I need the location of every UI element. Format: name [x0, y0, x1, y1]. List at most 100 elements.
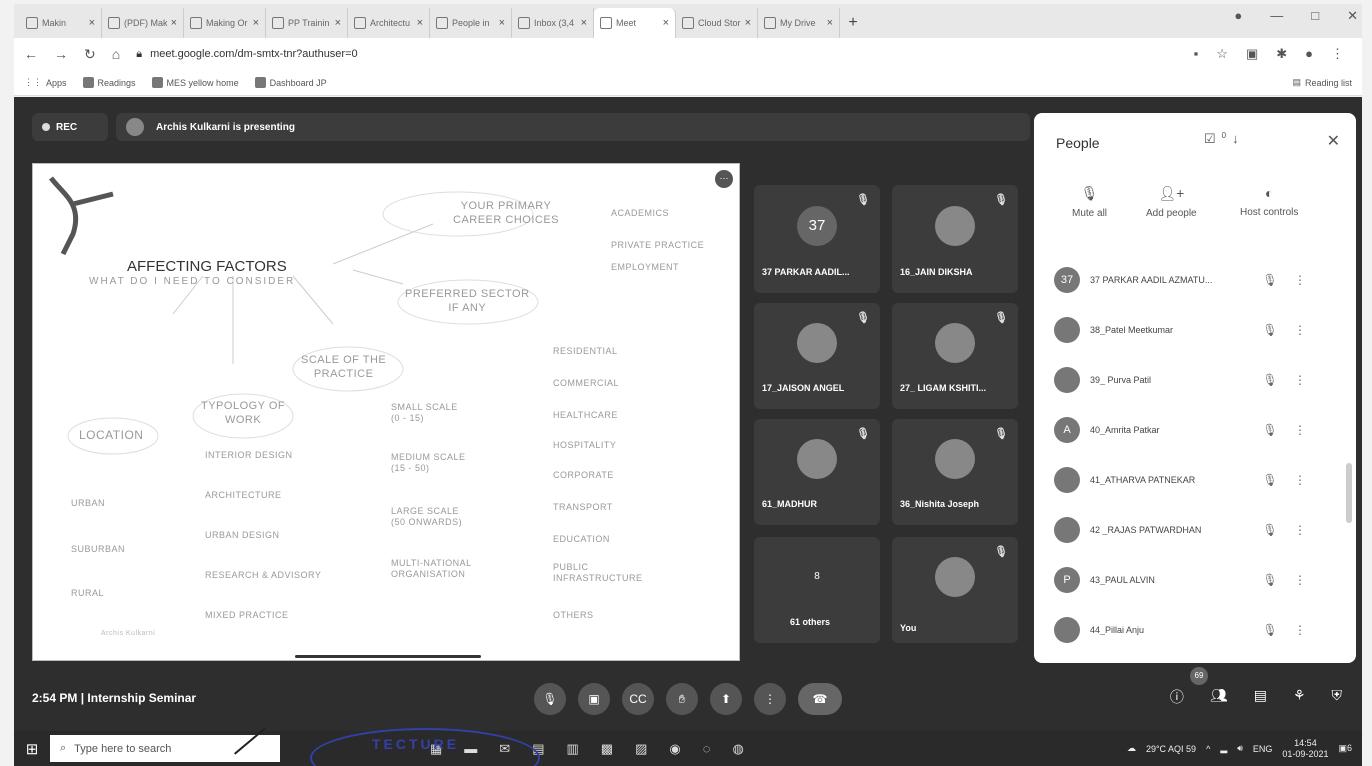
volume-icon[interactable]: 🔊︎	[1237, 743, 1243, 754]
people-list-item[interactable]: P 43_PAUL ALVIN 🎙︎ ⋮	[1034, 555, 1356, 605]
more-options-icon[interactable]: ⋯	[715, 170, 733, 188]
tray-arrow-icon[interactable]: ^	[1206, 744, 1210, 754]
browser-tab[interactable]: (PDF) Mak ×	[102, 8, 184, 38]
participant-tile[interactable]: 🎙︎ 61_MADHUR	[754, 419, 880, 525]
info-icon[interactable]: ⓘ	[1170, 687, 1184, 707]
network-icon[interactable]: ▂	[1220, 743, 1227, 754]
add-people-button[interactable]: 👤︎+ Add people	[1146, 185, 1197, 219]
slide-scrollbar[interactable]	[295, 655, 481, 658]
tab-close-icon[interactable]: ×	[581, 17, 587, 29]
windows-start-icon[interactable]: ⊞	[14, 740, 50, 758]
mic-off-icon[interactable]: 🎙︎	[1250, 323, 1290, 337]
back-icon[interactable]: ←	[24, 46, 38, 62]
tab-close-icon[interactable]: ×	[745, 17, 751, 29]
reload-icon[interactable]: ↻	[84, 46, 96, 63]
mic-toggle-button[interactable]: 🎙︎	[534, 683, 566, 715]
self-tile[interactable]: 🎙︎ You	[892, 537, 1018, 643]
bookmark-dashboard[interactable]: Dashboard JP	[254, 77, 327, 88]
lang-indicator[interactable]: ENG	[1253, 744, 1273, 754]
browser-tab[interactable]: Architectu ×	[348, 8, 430, 38]
more-options-icon[interactable]: ⋮	[1290, 623, 1310, 637]
more-options-icon[interactable]: ⋮	[1290, 423, 1310, 437]
tab-close-icon[interactable]: ×	[417, 17, 423, 29]
mic-off-icon[interactable]: 🎙︎	[1250, 573, 1290, 587]
people-list-item[interactable]: 44_Pillai Anju 🎙︎ ⋮	[1034, 605, 1356, 655]
people-scrollbar[interactable]	[1346, 463, 1352, 523]
browser-tab[interactable]: Meet ×	[594, 8, 676, 38]
chrome-account-icon[interactable]: ●	[1234, 8, 1242, 24]
checklist-icon[interactable]: ☑	[1204, 131, 1216, 147]
reading-list[interactable]: ▤ Reading list	[1292, 77, 1352, 88]
mic-off-icon[interactable]: 🎙︎	[1250, 473, 1290, 487]
minimize-button[interactable]: —	[1270, 8, 1283, 24]
edge-icon[interactable]: ◍	[732, 741, 743, 757]
home-icon[interactable]: ⌂	[112, 46, 120, 62]
browser-tab[interactable]: Inbox (3,4 ×	[512, 8, 594, 38]
leave-call-button[interactable]: ☎	[798, 683, 842, 715]
people-icon[interactable]: 👥︎	[1210, 687, 1228, 707]
participant-tile[interactable]: 🎙︎ 16_JAIN DIKSHA	[892, 185, 1018, 293]
close-window-button[interactable]: ✕	[1347, 8, 1358, 24]
new-tab-button[interactable]: +	[840, 8, 866, 38]
star-icon[interactable]: ☆	[1216, 46, 1228, 62]
people-list-item[interactable]: 38_Patel Meetkumar 🎙︎ ⋮	[1034, 305, 1356, 355]
maximize-button[interactable]: □	[1311, 8, 1319, 24]
tab-close-icon[interactable]: ×	[171, 17, 177, 29]
mic-off-icon[interactable]: 🎙︎	[1250, 373, 1290, 387]
mic-off-icon[interactable]: 🎙︎	[1250, 273, 1290, 287]
tab-close-icon[interactable]: ×	[335, 17, 341, 29]
close-panel-button[interactable]: ✕	[1327, 131, 1340, 151]
browser-tab[interactable]: PP Trainin ×	[266, 8, 348, 38]
people-list-item[interactable]: 39_ Purva Patil 🎙︎ ⋮	[1034, 355, 1356, 405]
mic-off-icon[interactable]: 🎙︎	[1250, 623, 1290, 637]
captions-button[interactable]: CC	[622, 683, 654, 715]
more-options-icon[interactable]: ⋮	[1290, 323, 1310, 337]
more-options-icon[interactable]: ⋮	[1290, 523, 1310, 537]
mute-all-button[interactable]: 🎙︎ Mute all	[1072, 185, 1107, 219]
more-options-icon[interactable]: ⋮	[1290, 473, 1310, 487]
tab-close-icon[interactable]: ×	[89, 17, 95, 29]
app-icon[interactable]: ◌	[703, 741, 711, 757]
mic-off-icon[interactable]: 🎙︎	[1250, 523, 1290, 537]
more-options-icon[interactable]: ⋮	[1290, 573, 1310, 587]
clock[interactable]: 14:54 01-09-2021	[1282, 738, 1328, 760]
url-field[interactable]: 🔒︎ meet.google.com/dm-smtx-tnr?authuser=…	[136, 41, 1177, 67]
participant-tile[interactable]: 🎙︎ 36_Nishita Joseph	[892, 419, 1018, 525]
browser-tab[interactable]: People in ×	[430, 8, 512, 38]
app-icon[interactable]: ▨	[635, 741, 647, 757]
participant-tile[interactable]: 🎙︎ 27_ LIGAM KSHITI...	[892, 303, 1018, 409]
mic-off-icon[interactable]: 🎙︎	[1250, 423, 1290, 437]
menu-icon[interactable]: ⋮	[1331, 46, 1344, 62]
extension-icon[interactable]: ▣	[1246, 46, 1258, 62]
present-button[interactable]: ⬆	[710, 683, 742, 715]
chat-icon[interactable]: ▤	[1254, 687, 1267, 707]
tab-close-icon[interactable]: ×	[253, 17, 259, 29]
shield-icon[interactable]: ⛨	[1332, 687, 1343, 707]
browser-tab[interactable]: Cloud Stor ×	[676, 8, 758, 38]
browser-tab[interactable]: Making Or ×	[184, 8, 266, 38]
tab-close-icon[interactable]: ×	[827, 17, 833, 29]
download-icon[interactable]: ↓	[1232, 131, 1239, 147]
people-list-item[interactable]: 41_ATHARVA PATNEKAR 🎙︎ ⋮	[1034, 455, 1356, 505]
tab-close-icon[interactable]: ×	[663, 17, 669, 29]
more-options-icon[interactable]: ⋮	[1290, 273, 1310, 287]
activities-icon[interactable]: ⚘	[1293, 687, 1306, 707]
taskbar-search[interactable]: ⌕ Type here to search	[50, 735, 280, 762]
more-options-button[interactable]: ⋮	[754, 683, 786, 715]
calculator-icon[interactable]: ▥	[567, 741, 579, 757]
more-options-icon[interactable]: ⋮	[1290, 373, 1310, 387]
bookmark-readings[interactable]: Readings	[82, 77, 136, 88]
puzzle-icon[interactable]: ✱	[1276, 46, 1287, 62]
people-list-item[interactable]: 42 _RAJAS PATWARDHAN 🎙︎ ⋮	[1034, 505, 1356, 555]
raise-hand-button[interactable]: ✋︎	[666, 683, 698, 715]
people-list-item[interactable]: A 40_Amrita Patkar 🎙︎ ⋮	[1034, 405, 1356, 455]
bookmark-mes[interactable]: MES yellow home	[151, 77, 239, 88]
host-controls-button[interactable]: ◐ Host controls	[1240, 185, 1298, 218]
tab-close-icon[interactable]: ×	[499, 17, 505, 29]
chrome-icon[interactable]: ◉	[669, 741, 680, 757]
others-tile[interactable]: 8 61 others	[754, 537, 880, 643]
bookmark-apps[interactable]: ⋮⋮ Apps	[24, 77, 67, 88]
forward-icon[interactable]: →	[54, 46, 68, 62]
participant-tile[interactable]: 🎙︎ 37 37 PARKAR AADIL...	[754, 185, 880, 293]
app-icon[interactable]: ▩	[601, 741, 613, 757]
